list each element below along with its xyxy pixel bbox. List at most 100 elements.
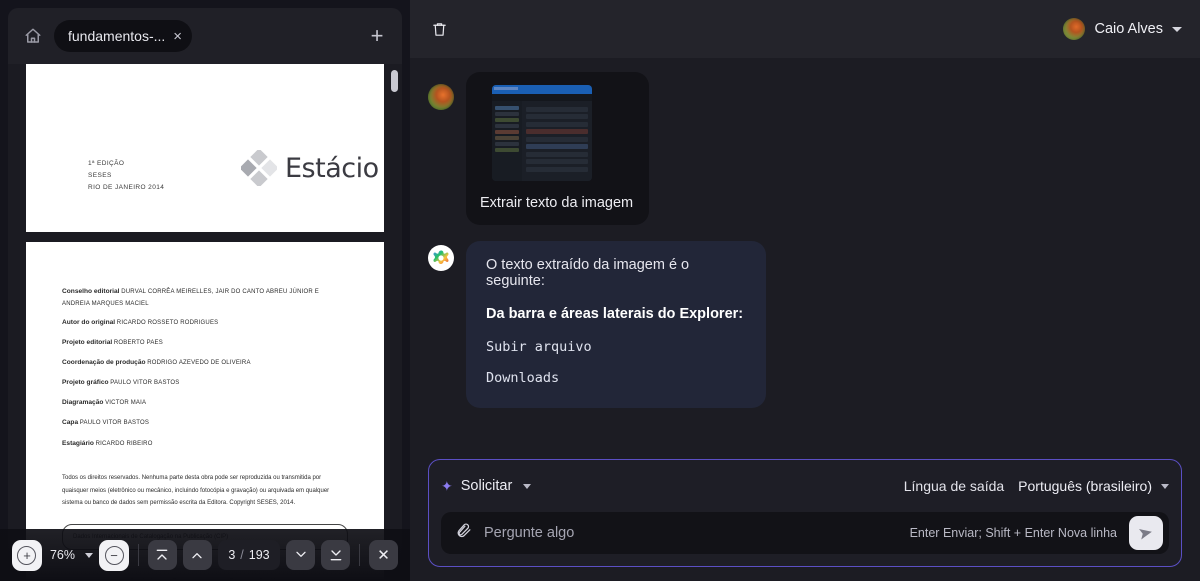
message-assistant: O texto extraído da imagem é o seguinte:…	[428, 241, 1182, 408]
send-hint: Enter Enviar; Shift + Enter Nova linha	[909, 526, 1117, 540]
credit-row: Capa PAULO VITOR BASTOS	[62, 417, 348, 430]
next-page-icon	[295, 551, 306, 557]
imprint-place-year: RIO DE JANEIRO 2014	[88, 184, 165, 192]
toolbar-divider	[359, 544, 360, 566]
credit-value: RICARDO ROSSETO RODRIGUES	[116, 320, 219, 327]
image-attachment-thumbnail[interactable]	[492, 85, 592, 181]
credit-label: Capa	[62, 419, 79, 427]
close-viewer-button[interactable]: ✕	[369, 540, 399, 570]
message-user: Extrair texto da imagem	[428, 72, 1182, 225]
estacio-logo: Estácio	[241, 150, 379, 186]
credit-row: Autor do original RICARDO ROSSETO RODRIG…	[62, 317, 348, 330]
last-page-icon	[330, 550, 341, 561]
pdf-page-1: 1ª EDIÇÃO SESES RIO DE JANEIRO 2014 Está…	[26, 64, 384, 232]
trash-icon[interactable]	[424, 14, 454, 44]
send-button[interactable]	[1129, 516, 1163, 550]
credit-label: Autor do original	[62, 319, 116, 327]
plus-icon: +	[17, 545, 37, 565]
pdf-tab-bar: fundamentos-... × +	[8, 8, 402, 64]
zoom-out-button[interactable]: −	[99, 539, 129, 571]
assistant-code-line: Subir arquivo	[486, 339, 592, 355]
close-icon[interactable]: ×	[173, 29, 182, 44]
pdf-scrollbar-thumb[interactable]	[391, 70, 398, 92]
user-name: Caio Alves	[1094, 21, 1163, 37]
mode-label: Solicitar	[460, 478, 513, 494]
assistant-message-bubble: O texto extraído da imagem é o seguinte:…	[466, 241, 766, 408]
avatar	[1063, 18, 1086, 40]
output-language-group: Língua de saída Português (brasileiro)	[904, 478, 1169, 494]
credit-row: Estagiário RICARDO RIBEIRO	[62, 438, 348, 451]
zoom-level-value: 76%	[49, 548, 76, 562]
credit-value: RICARDO RIBEIRO	[95, 440, 153, 447]
prev-page-icon	[192, 553, 203, 559]
output-language-value: Português (brasileiro)	[1018, 478, 1152, 494]
credit-value: VICTOR MAIA	[105, 400, 147, 407]
imprint-edition: 1ª EDIÇÃO	[88, 160, 125, 167]
credit-label: Estagiário	[62, 439, 94, 447]
prev-page-button[interactable]	[182, 540, 212, 570]
pdf-viewer-pane: fundamentos-... × + 1ª EDIÇÃO SESES RIO …	[0, 0, 410, 581]
output-language-label: Língua de saída	[903, 478, 1005, 494]
credit-label: Diagramação	[62, 399, 104, 407]
sparkle-icon: ✦	[441, 477, 453, 494]
pdf-tab-title: fundamentos-...	[68, 28, 166, 44]
credit-label: Projeto gráfico	[62, 379, 109, 387]
pdf-scroll-area[interactable]: 1ª EDIÇÃO SESES RIO DE JANEIRO 2014 Está…	[8, 64, 402, 581]
mode-selector[interactable]: ✦ Solicitar	[441, 477, 532, 495]
chevron-down-icon	[1161, 483, 1169, 489]
chevron-down-icon	[1172, 26, 1182, 32]
output-language-select[interactable]: Português (brasileiro)	[1018, 478, 1169, 494]
chevron-down-icon[interactable]	[85, 552, 94, 558]
last-page-button[interactable]	[321, 540, 351, 570]
minus-icon: −	[104, 545, 124, 565]
assistant-intro: O texto extraído da imagem é o seguinte:	[486, 257, 690, 289]
next-page-button[interactable]	[286, 540, 316, 570]
user-message-text: Extrair texto da imagem	[480, 195, 634, 211]
first-page-icon	[157, 549, 168, 560]
current-page: 3	[228, 548, 236, 562]
estacio-diamond-icon	[241, 150, 277, 186]
total-pages: 193	[248, 548, 270, 562]
message-list: Extrair texto da imagem O texto extraído…	[410, 58, 1200, 459]
message-input[interactable]: Pergunte algo	[484, 525, 574, 541]
zoom-in-button[interactable]: +	[12, 539, 42, 571]
toolbar-divider	[138, 544, 139, 566]
credit-value: PAULO VITOR BASTOS	[79, 420, 150, 427]
assistant-heading: Da barra e áreas laterais do Explorer:	[486, 306, 744, 322]
credit-value: ROBERTO PAES	[113, 340, 163, 347]
credit-row: Coordenação de produção RODRIGO AZEVEDO …	[62, 357, 348, 370]
chevron-down-icon	[523, 483, 532, 489]
pdf-tab[interactable]: fundamentos-... ×	[54, 20, 193, 52]
estacio-wordmark: Estácio	[285, 152, 379, 184]
app-root: fundamentos-... × + 1ª EDIÇÃO SESES RIO …	[0, 0, 1200, 581]
credit-label: Projeto editorial	[62, 339, 113, 347]
first-page-button[interactable]	[147, 540, 177, 570]
imprint-publisher: SESES	[88, 172, 112, 180]
credit-row: Diagramação VICTOR MAIA	[62, 397, 348, 410]
assistant-code-line: Downloads	[486, 370, 560, 386]
message-input-row[interactable]: Pergunte algo Enter Enviar; Shift + Ente…	[441, 512, 1169, 554]
composer: ✦ Solicitar Língua de saída Português (b…	[428, 459, 1182, 567]
credit-label: Coordenação de produção	[62, 359, 146, 367]
credit-row: Projeto gráfico PAULO VITOR BASTOS	[62, 377, 348, 390]
avatar	[428, 84, 454, 110]
credit-value: PAULO VITOR BASTOS	[110, 380, 180, 387]
assistant-avatar	[428, 245, 454, 271]
pdf-toolbar: + 76% − 3 / 193 ✕	[0, 529, 410, 581]
rights-paragraph: Todos os direitos reservados. Nenhuma pa…	[62, 475, 330, 507]
new-tab-button[interactable]: +	[362, 21, 392, 51]
gemini-logo-icon	[433, 250, 449, 264]
home-icon[interactable]	[18, 21, 48, 51]
page1-imprint: 1ª EDIÇÃO SESES RIO DE JANEIRO 2014	[88, 158, 164, 194]
paperclip-icon[interactable]	[455, 522, 472, 544]
credit-value: RODRIGO AZEVEDO DE OLIVEIRA	[147, 360, 251, 367]
composer-options: ✦ Solicitar Língua de saída Português (b…	[441, 470, 1169, 502]
page-indicator[interactable]: 3 / 193	[218, 540, 280, 570]
user-message-bubble: Extrair texto da imagem	[466, 72, 649, 225]
chat-header: Caio Alves	[410, 0, 1200, 58]
credit-row: Projeto editorial ROBERTO PAES	[62, 337, 348, 350]
user-menu[interactable]: Caio Alves	[1063, 18, 1182, 40]
page-separator: /	[240, 548, 244, 562]
chat-pane: Caio Alves Extrair texto da imagem O tex…	[410, 0, 1200, 581]
send-icon	[1139, 529, 1152, 540]
